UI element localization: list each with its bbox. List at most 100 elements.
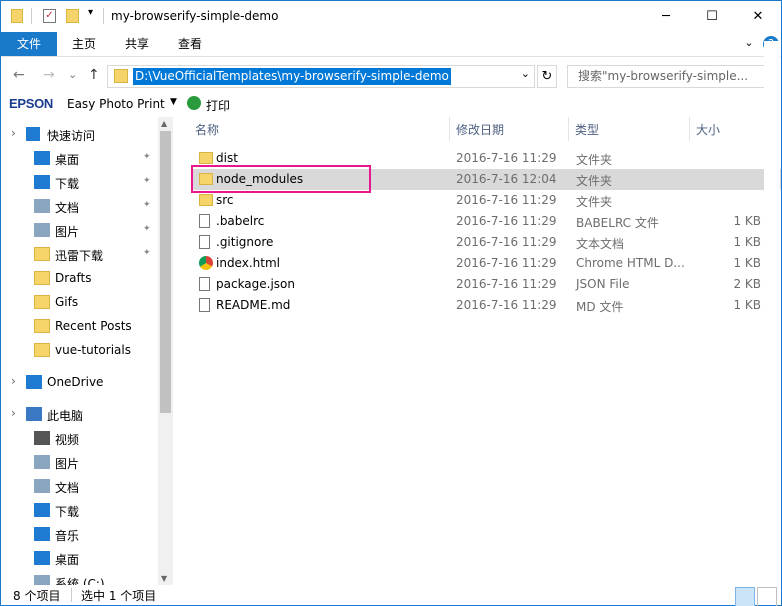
column-separator[interactable] — [449, 117, 450, 141]
file-type: Chrome HTML D... — [576, 256, 685, 270]
close-button[interactable]: ✕ — [735, 1, 781, 32]
pin-icon: ✦ — [143, 248, 151, 258]
print-button[interactable]: 打印 — [206, 97, 230, 114]
new-folder-icon[interactable] — [66, 9, 79, 23]
nav-item[interactable]: › 此电脑 — [1, 402, 158, 426]
star-icon — [26, 127, 40, 141]
file-size: 1 KB — [733, 256, 761, 270]
nav-item-label: 桌面 — [55, 553, 80, 567]
nav-item[interactable]: 桌面 ✦ — [1, 146, 158, 170]
nav-scrollbar[interactable]: ▲ ▼ — [158, 117, 173, 585]
nav-item[interactable]: 文档 — [1, 474, 158, 498]
tab-file[interactable]: 文件 — [1, 32, 57, 56]
file-size: 1 KB — [733, 214, 761, 228]
document-icon — [34, 199, 50, 213]
download-icon — [34, 175, 50, 189]
file-row[interactable]: .babelrc 2016-7-16 11:29 BABELRC 文件 1 KB — [191, 211, 781, 232]
file-row[interactable]: .gitignore 2016-7-16 11:29 文本文档 1 KB — [191, 232, 781, 253]
recent-locations-button[interactable]: ⌄ — [68, 68, 77, 81]
nav-item-label: 快速访问 — [47, 129, 96, 143]
column-separator[interactable] — [568, 117, 569, 141]
nav-item[interactable]: 图片 — [1, 450, 158, 474]
up-button[interactable]: ↑ — [88, 67, 100, 83]
nav-item[interactable]: 桌面 — [1, 546, 158, 570]
nav-item[interactable]: › 快速访问 — [1, 122, 158, 146]
pin-icon: ✦ — [143, 224, 151, 234]
title-bar: ✓ ▾ my-browserify-simple-demo ─ ☐ ✕ — [1, 1, 781, 32]
large-icons-view-button[interactable] — [757, 587, 777, 606]
address-bar[interactable]: D:\VueOfficialTemplates\my-browserify-si… — [107, 65, 535, 88]
column-type[interactable]: 类型 — [575, 119, 599, 141]
address-dropdown-icon[interactable]: ⌄ — [521, 67, 530, 80]
right-scrollbar — [764, 41, 780, 585]
details-view-button[interactable] — [735, 587, 755, 606]
nav-item[interactable]: Recent Posts — [1, 314, 158, 338]
window-title: my-browserify-simple-demo — [111, 9, 279, 23]
ribbon-tabs: 文件 主页 共享 查看 ⌄ ? — [1, 32, 781, 56]
column-date[interactable]: 修改日期 — [456, 119, 504, 141]
customize-quick-access-icon[interactable]: ▾ — [88, 7, 93, 18]
expand-chevron-icon[interactable]: › — [11, 126, 16, 140]
scroll-down-icon[interactable]: ▼ — [161, 574, 167, 583]
chrome-icon — [199, 256, 213, 270]
refresh-button[interactable]: ↻ — [537, 65, 557, 88]
nav-item[interactable]: 迅雷下载 ✦ — [1, 242, 158, 266]
maximize-button[interactable]: ☐ — [689, 1, 735, 32]
address-path[interactable]: D:\VueOfficialTemplates\my-browserify-si… — [133, 68, 451, 85]
desktop-icon — [34, 551, 50, 565]
nav-item-label: 文档 — [55, 481, 80, 495]
file-row[interactable]: index.html 2016-7-16 11:29 Chrome HTML D..… — [191, 253, 781, 274]
column-separator[interactable] — [689, 117, 690, 141]
file-row[interactable]: src 2016-7-16 11:29 文件夹 — [191, 190, 781, 211]
nav-item[interactable]: 文档 ✦ — [1, 194, 158, 218]
tab-home[interactable]: 主页 — [61, 32, 107, 56]
nav-item[interactable]: Drafts — [1, 266, 158, 290]
expand-ribbon-button[interactable]: ⌄ — [741, 36, 757, 52]
file-name: .babelrc — [216, 214, 265, 228]
selected-count: 选中 1 个项目 — [81, 589, 157, 603]
tab-share[interactable]: 共享 — [114, 32, 160, 56]
nav-item[interactable]: 系统 (C:) — [1, 570, 158, 585]
expand-chevron-icon[interactable]: › — [11, 406, 16, 420]
column-name[interactable]: 名称 — [195, 119, 219, 141]
minimize-button[interactable]: ─ — [643, 1, 689, 32]
ribbon-divider — [1, 56, 781, 57]
nav-item[interactable]: vue-tutorials — [1, 338, 158, 362]
divider — [103, 8, 104, 24]
nav-item-label: 下载 — [55, 505, 80, 519]
file-size: 1 KB — [733, 235, 761, 249]
column-size[interactable]: 大小 — [696, 119, 720, 141]
nav-item[interactable]: 下载 — [1, 498, 158, 522]
file-name: dist — [216, 151, 238, 165]
folder-icon — [11, 9, 23, 23]
nav-item-label: vue-tutorials — [55, 343, 131, 357]
dropdown-arrow-icon[interactable]: ▼ — [170, 97, 177, 107]
nav-item[interactable]: › OneDrive — [1, 370, 158, 394]
nav-item[interactable]: 下载 ✦ — [1, 170, 158, 194]
epson-toolbar: EPSON Easy Photo Print ▼ 打印 — [1, 93, 781, 115]
nav-item[interactable]: 视频 — [1, 426, 158, 450]
file-type: 文本文档 — [576, 237, 625, 251]
file-name: package.json — [216, 277, 296, 291]
nav-scrollbar-thumb[interactable] — [160, 131, 171, 413]
nav-item[interactable]: 图片 ✦ — [1, 218, 158, 242]
navigation-pane: › 快速访问 桌面 ✦ 下载 ✦ 文档 ✦ 图片 ✦ 迅雷下载 ✦ Drafts Gifs Recent P… — [1, 117, 173, 585]
nav-item[interactable]: 音乐 — [1, 522, 158, 546]
file-row[interactable]: README.md 2016-7-16 11:29 MD 文件 1 KB — [191, 295, 781, 316]
properties-icon[interactable]: ✓ — [43, 9, 56, 23]
tab-view[interactable]: 查看 — [167, 32, 213, 56]
picture-icon — [34, 223, 50, 237]
nav-item[interactable]: Gifs — [1, 290, 158, 314]
back-button[interactable]: ← — [13, 67, 25, 83]
file-size: 2 KB — [733, 277, 761, 291]
search-input[interactable]: 搜索"my-browserify-simple... — [567, 65, 769, 88]
forward-button[interactable]: → — [43, 67, 55, 83]
scroll-up-icon[interactable]: ▲ — [161, 119, 167, 128]
file-date: 2016-7-16 12:04 — [456, 172, 557, 186]
json-file-icon — [199, 277, 210, 291]
easy-photo-print-button[interactable]: Easy Photo Print — [67, 97, 165, 111]
file-date: 2016-7-16 11:29 — [456, 298, 557, 312]
file-row[interactable]: package.json 2016-7-16 11:29 JSON File 2 KB — [191, 274, 781, 295]
expand-chevron-icon[interactable]: › — [11, 374, 16, 388]
item-count: 8 个项目 — [13, 589, 61, 603]
